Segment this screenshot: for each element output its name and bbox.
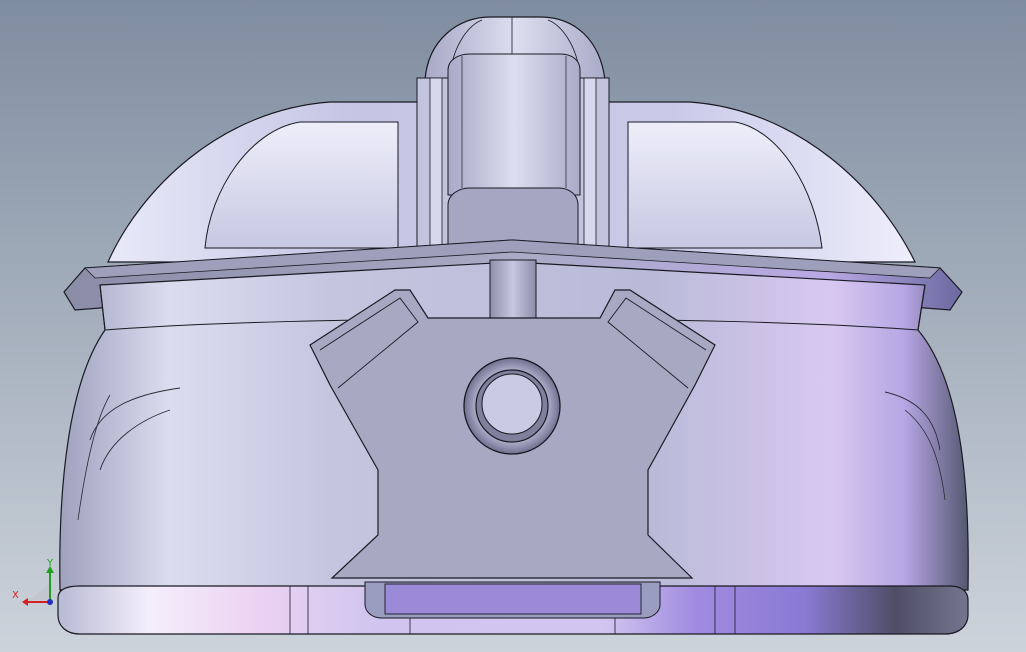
y-axis-label: Y — [46, 558, 54, 569]
bottom-slot[interactable] — [364, 581, 661, 619]
z-axis-dot — [47, 599, 53, 605]
bore-hole[interactable] — [463, 357, 561, 455]
graphics-viewport[interactable]: X Y — [0, 0, 1026, 652]
center-shaft[interactable] — [489, 259, 537, 321]
x-axis-label: X — [12, 590, 19, 601]
vertical-column[interactable] — [416, 53, 610, 263]
